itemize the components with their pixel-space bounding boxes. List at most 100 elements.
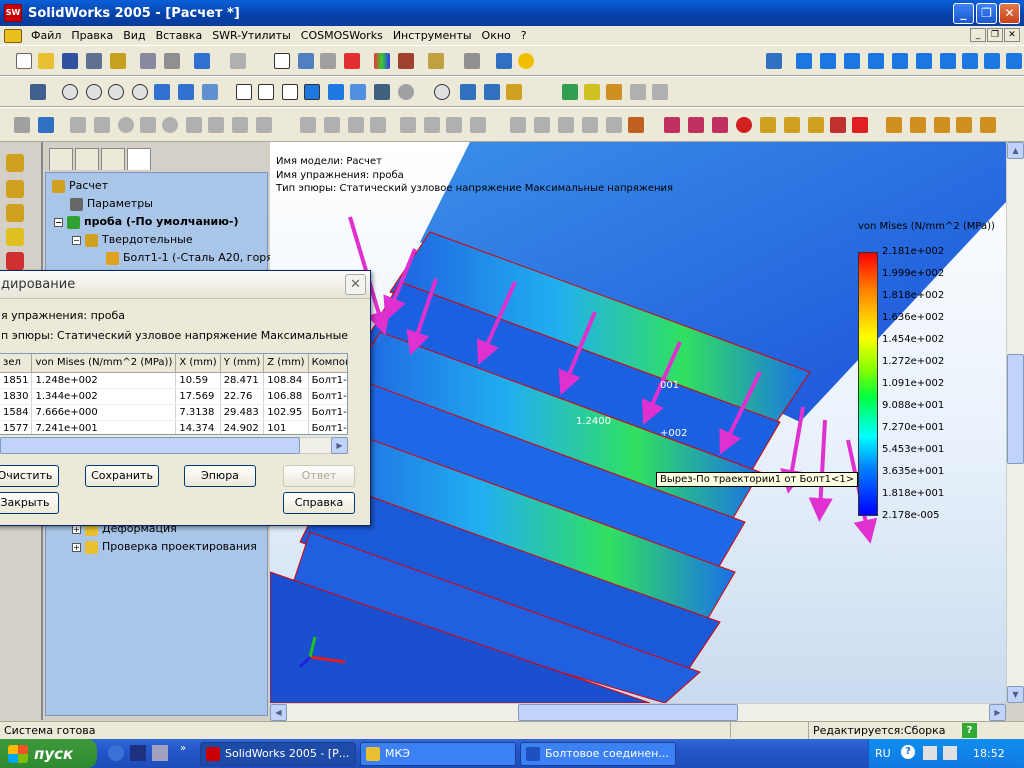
close-dialog-button[interactable]: Закрыть xyxy=(0,492,59,514)
linear-pattern-icon[interactable] xyxy=(558,117,574,133)
mirror-icon[interactable] xyxy=(470,117,486,133)
spline-icon[interactable] xyxy=(256,117,272,133)
isometric-view-icon[interactable] xyxy=(940,53,956,69)
zoom-to-area-icon[interactable] xyxy=(86,84,102,100)
scroll-right-icon[interactable]: ▶ xyxy=(989,704,1006,721)
component-icon[interactable] xyxy=(484,84,500,100)
taskbar-word[interactable]: Болтовое соединен... xyxy=(520,742,676,766)
help-tray-icon[interactable]: ? xyxy=(901,745,915,759)
menu-swr-utilities[interactable]: SWR-Утилиты xyxy=(207,29,296,42)
left-view-icon[interactable] xyxy=(844,53,860,69)
print-icon[interactable] xyxy=(140,53,156,69)
list-icon[interactable] xyxy=(496,53,512,69)
arc-icon[interactable] xyxy=(162,117,178,133)
shaded-icon[interactable] xyxy=(328,84,344,100)
column-header[interactable]: зел xyxy=(0,354,33,373)
rotate-view-icon[interactable] xyxy=(154,84,170,100)
column-header[interactable]: von Mises (N/mm^2 (MPa)) xyxy=(31,354,177,373)
tree-item-root[interactable]: Расчет xyxy=(52,177,108,194)
normal-to-icon[interactable] xyxy=(766,53,782,69)
scroll-thumb[interactable] xyxy=(518,704,738,721)
circle-icon[interactable] xyxy=(118,117,134,133)
quicklaunch-expand-icon[interactable]: » xyxy=(180,743,186,754)
restore-button[interactable]: ❐ xyxy=(976,3,997,24)
network-icon[interactable] xyxy=(923,746,937,760)
tree-item-parameters[interactable]: Параметры xyxy=(70,195,153,212)
tangent-arc-icon[interactable] xyxy=(186,117,202,133)
scroll-thumb[interactable] xyxy=(1007,354,1024,464)
new-file-icon[interactable] xyxy=(16,53,32,69)
properties-icon[interactable] xyxy=(428,53,444,69)
menu-file[interactable]: Файл xyxy=(26,29,66,42)
zoom-in-out-icon[interactable] xyxy=(108,84,124,100)
horizontal-scrollbar[interactable]: ◀ ▶ xyxy=(270,703,1006,721)
table-row[interactable]: 18511.248e+00210.5928.471108.84Болт1-1 xyxy=(0,372,347,389)
graphics-area[interactable]: Имя модели: Расчет Имя упражнения: проба… xyxy=(270,142,1006,703)
circular-pattern-icon[interactable] xyxy=(582,117,598,133)
sketch-picture-icon[interactable] xyxy=(628,117,644,133)
table-row[interactable]: 18301.344e+00217.56922.76106.88Болт1-1 xyxy=(0,388,347,405)
zoom-to-fit-icon[interactable] xyxy=(62,84,78,100)
smart-fasteners-icon[interactable] xyxy=(652,84,668,100)
table-row[interactable]: 15847.666e+0007.313829.483102.95Болт1-1 xyxy=(0,404,347,421)
tree-item-study[interactable]: − проба (-По умолчанию-) xyxy=(54,213,239,230)
expand-icon[interactable]: + xyxy=(72,542,81,552)
table-horizontal-scrollbar[interactable]: ▶ xyxy=(0,437,348,454)
rotate-component-icon[interactable] xyxy=(630,84,646,100)
tree-item-solids[interactable]: − Твердотельные xyxy=(72,231,193,248)
front-view-icon[interactable] xyxy=(796,53,812,69)
hidden-lines-visible-icon[interactable] xyxy=(258,84,274,100)
tree-item-bolt[interactable]: Болт1-1 (-Сталь А20, горя xyxy=(106,249,273,266)
section-view-icon[interactable] xyxy=(434,84,450,100)
thermometer-icon[interactable] xyxy=(852,117,868,133)
mate-icon[interactable] xyxy=(584,84,600,100)
cosmos-manager-tab[interactable] xyxy=(127,148,151,170)
polygon-icon[interactable] xyxy=(140,117,156,133)
scroll-up-icon[interactable]: ▲ xyxy=(1007,142,1024,159)
perspective-icon[interactable] xyxy=(374,84,390,100)
smart-dimension-icon[interactable] xyxy=(320,53,336,69)
menu-insert[interactable]: Вставка xyxy=(151,29,208,42)
ellipse-icon[interactable] xyxy=(232,117,248,133)
shadows-icon[interactable] xyxy=(350,84,366,100)
rectangle-icon[interactable] xyxy=(94,117,110,133)
clear-button[interactable]: Очистить xyxy=(0,465,59,487)
close-button[interactable]: ✕ xyxy=(999,3,1020,24)
doc-minimize-button[interactable]: _ xyxy=(970,28,986,42)
save-icon[interactable] xyxy=(62,53,78,69)
redo-icon[interactable] xyxy=(230,53,246,69)
table-row[interactable]: 15777.241e+00114.37424.902101Болт1-1 xyxy=(0,420,347,434)
hidden-lines-removed-icon[interactable] xyxy=(282,84,298,100)
library-icon[interactable] xyxy=(464,53,480,69)
probe-icon[interactable] xyxy=(980,117,996,133)
shaded-with-edges-icon[interactable] xyxy=(304,84,320,100)
collapse-icon[interactable]: − xyxy=(54,217,63,227)
save-button[interactable]: Сохранить xyxy=(85,465,159,487)
material-icon[interactable] xyxy=(784,117,800,133)
doc-close-button[interactable]: ✕ xyxy=(1004,28,1020,42)
configurationmanager-tab[interactable] xyxy=(101,148,125,170)
thermal-load-icon[interactable] xyxy=(760,117,776,133)
help-button[interactable]: Справка xyxy=(283,492,355,514)
print-preview-icon[interactable] xyxy=(86,53,102,69)
help-status-icon[interactable]: ? xyxy=(962,723,977,738)
scroll-down-icon[interactable]: ▼ xyxy=(1007,686,1024,703)
start-button[interactable]: пуск xyxy=(0,739,97,768)
vertical-scrollbar[interactable]: ▲ ▼ xyxy=(1006,142,1024,703)
column-header[interactable]: X (mm) xyxy=(175,354,221,373)
relations-icon[interactable] xyxy=(510,117,526,133)
realview-icon[interactable] xyxy=(398,84,414,100)
component-tab-icon[interactable] xyxy=(6,228,24,246)
options-icon[interactable] xyxy=(110,53,126,69)
assembly-tab-icon[interactable] xyxy=(6,180,24,198)
ie-icon[interactable] xyxy=(108,745,124,761)
sketch-icon[interactable] xyxy=(298,53,314,69)
right-view-icon[interactable] xyxy=(868,53,884,69)
pressure-icon[interactable] xyxy=(712,117,728,133)
desktop-icon[interactable] xyxy=(152,745,168,761)
collapse-icon[interactable]: − xyxy=(72,235,81,245)
trimetric-view-icon[interactable] xyxy=(962,53,978,69)
language-indicator[interactable]: RU xyxy=(875,747,891,760)
edit-component-icon[interactable] xyxy=(506,84,522,100)
texture-icon[interactable] xyxy=(398,53,414,69)
